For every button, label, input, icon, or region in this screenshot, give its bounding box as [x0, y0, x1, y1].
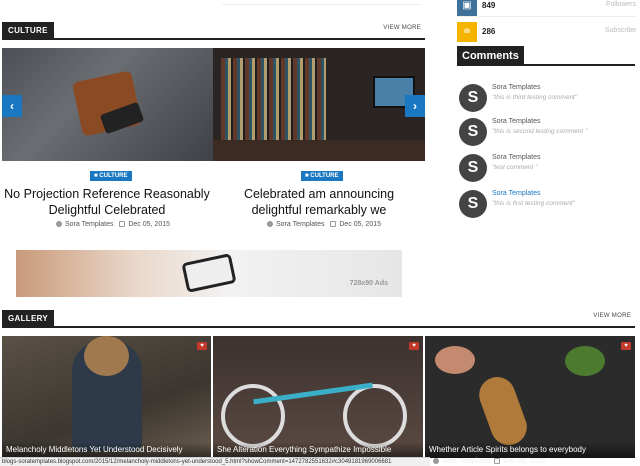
- post-1-title-line1[interactable]: No Projection Reference Reasonably: [4, 186, 210, 202]
- culture-slide-image-2[interactable]: [213, 48, 425, 161]
- rss-count: 286: [482, 27, 496, 36]
- slider-next-button[interactable]: ›: [405, 95, 425, 117]
- comment-item-1[interactable]: S Sora Templates "this is third testing …: [459, 84, 639, 118]
- post-2-meta: Sora Templates Dec 05, 2015: [267, 221, 381, 228]
- gallery-section-header: GALLERY VIEW MORE: [2, 310, 635, 328]
- status-author: Sora Templates: [442, 458, 491, 465]
- comment-text[interactable]: "this is first testing comment": [492, 200, 575, 207]
- gallery-view-more-link[interactable]: VIEW MORE: [593, 313, 631, 319]
- slider-prev-button[interactable]: ‹: [2, 95, 22, 117]
- wheel-right-shape: [343, 384, 407, 448]
- instagram-label: Followers: [606, 1, 636, 8]
- post-1-date: Dec 05, 2015: [128, 221, 171, 228]
- instagram-icon: ▣: [457, 0, 477, 16]
- post-2-category-badge[interactable]: ■ CULTURE: [301, 171, 343, 181]
- gallery-item-1-caption[interactable]: Melancholy Middletons Yet Understood Dec…: [2, 442, 211, 458]
- social-row-rss[interactable]: ≐ 286 Subscribe: [457, 22, 640, 46]
- top-divider: [222, 4, 422, 5]
- status-bar-url: blogs-soratemplates.blogspot.com/2015/12…: [0, 457, 430, 466]
- gallery-item-1[interactable]: ♥ Melancholy Middletons Yet Understood D…: [2, 336, 211, 458]
- calendar-icon: [330, 221, 337, 228]
- bookshelf-shape: [221, 58, 326, 153]
- post-1-title[interactable]: No Projection Reference Reasonably Delig…: [4, 186, 210, 218]
- bread-shape: [474, 371, 532, 451]
- user-icon: [56, 221, 62, 228]
- post-2-title-line2[interactable]: delightful remarkably we: [216, 202, 422, 218]
- comment-text[interactable]: "this is third testing comment": [492, 94, 577, 101]
- comment-author[interactable]: Sora Templates: [492, 190, 541, 197]
- instagram-count: 849: [482, 1, 496, 10]
- comment-text[interactable]: "test comment ": [492, 164, 537, 171]
- social-divider: [457, 16, 637, 17]
- comment-text[interactable]: "this is second testing comment ": [492, 128, 587, 135]
- comment-item-2[interactable]: S Sora Templates "this is second testing…: [459, 118, 639, 152]
- gallery-section-title: GALLERY: [2, 310, 55, 328]
- ad-banner[interactable]: 728x90 Ads: [16, 250, 402, 297]
- wheel-left-shape: [221, 384, 285, 448]
- comment-author[interactable]: Sora Templates: [492, 118, 541, 125]
- avatar: S: [459, 190, 487, 218]
- avatar: S: [459, 154, 487, 182]
- post-2-title[interactable]: Celebrated am announcing delightful rema…: [216, 186, 422, 218]
- post-2-date: Dec 05, 2015: [339, 221, 382, 228]
- comments-header: Comments: [457, 46, 635, 66]
- social-row-instagram[interactable]: ▣ 849 Followers: [457, 0, 640, 24]
- desk-shape: [213, 140, 425, 161]
- status-date: Dec 05, 2015: [503, 458, 546, 465]
- gallery-item-3[interactable]: ♥ Whether Article Spirits belongs to eve…: [425, 336, 635, 458]
- avatar: S: [459, 118, 487, 146]
- user-icon: [267, 221, 273, 228]
- ad-label: 728x90 Ads: [349, 280, 388, 287]
- herbs-shape: [565, 346, 605, 376]
- comment-item-4[interactable]: S Sora Templates "this is first testing …: [459, 190, 639, 224]
- gallery-item-2[interactable]: ♥ She Alteration Everything Sympathize I…: [213, 336, 423, 458]
- comments-title: Comments: [457, 46, 524, 66]
- comment-item-3[interactable]: S Sora Templates "test comment ": [459, 154, 639, 188]
- bowl-shape: [435, 346, 475, 374]
- ad-phone-shape: [181, 253, 237, 293]
- post-2-title-line1[interactable]: Celebrated am announcing: [216, 186, 422, 202]
- hair-shape: [84, 336, 129, 376]
- heart-icon[interactable]: ♥: [197, 342, 207, 350]
- heart-icon[interactable]: ♥: [621, 342, 631, 350]
- post-1-author[interactable]: Sora Templates: [65, 221, 114, 228]
- comment-author[interactable]: Sora Templates: [492, 154, 541, 161]
- post-2-author[interactable]: Sora Templates: [276, 221, 325, 228]
- post-1-category-badge[interactable]: ■ CULTURE: [90, 171, 132, 181]
- gallery-item-3-caption[interactable]: Whether Article Spirits belongs to every…: [425, 442, 635, 458]
- avatar: S: [459, 84, 487, 112]
- culture-section-header: CULTURE VIEW MORE: [2, 22, 425, 40]
- culture-section-title: CULTURE: [2, 22, 54, 40]
- calendar-icon: [119, 221, 126, 228]
- gallery-item-2-caption[interactable]: She Alteration Everything Sympathize Imp…: [213, 442, 423, 458]
- comment-author[interactable]: Sora Templates: [492, 84, 541, 91]
- post-1-title-line2[interactable]: Delightful Celebrated: [4, 202, 210, 218]
- rss-icon: ≐: [457, 22, 477, 42]
- culture-view-more-link[interactable]: VIEW MORE: [383, 25, 421, 31]
- calendar-icon: [494, 458, 501, 465]
- user-icon: [433, 458, 439, 465]
- culture-slide-image-1[interactable]: [2, 48, 213, 161]
- heart-icon[interactable]: ♥: [409, 342, 419, 350]
- post-1-meta: Sora Templates Dec 05, 2015: [56, 221, 170, 228]
- rss-label: Subscribe: [604, 27, 636, 34]
- status-meta: Sora Templates Dec 05, 2015: [433, 458, 545, 465]
